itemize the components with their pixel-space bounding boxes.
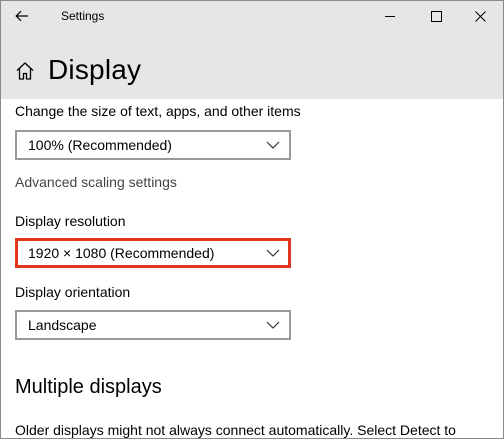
settings-content: Change the size of text, apps, and other…	[1, 99, 503, 438]
minimize-icon	[384, 15, 395, 17]
settings-window: Settings Display Change the size of text…	[0, 0, 504, 439]
multiple-displays-description: Older displays might not always connect …	[15, 422, 456, 438]
close-button[interactable]	[457, 1, 503, 31]
scale-dropdown[interactable]: 100% (Recommended)	[15, 130, 291, 160]
page-title: Display	[48, 54, 142, 85]
orientation-dropdown-value: Landscape	[28, 317, 97, 333]
chevron-down-icon	[266, 141, 280, 149]
chevron-down-icon	[266, 249, 280, 257]
close-icon	[474, 10, 486, 22]
home-icon[interactable]	[15, 61, 35, 81]
maximize-button[interactable]	[413, 1, 459, 31]
chevron-down-icon	[266, 321, 280, 329]
resolution-dropdown-value: 1920 × 1080 (Recommended)	[28, 245, 215, 261]
resolution-label: Display resolution	[15, 213, 126, 229]
scale-dropdown-value: 100% (Recommended)	[28, 137, 172, 153]
scale-label: Change the size of text, apps, and other…	[15, 103, 301, 119]
back-button[interactable]	[7, 1, 37, 31]
maximize-icon	[430, 10, 442, 22]
title-bar: Settings	[1, 1, 503, 31]
orientation-label: Display orientation	[15, 284, 131, 300]
resolution-dropdown[interactable]: 1920 × 1080 (Recommended)	[15, 238, 291, 268]
multiple-displays-heading: Multiple displays	[15, 376, 162, 398]
window-title: Settings	[61, 9, 105, 23]
orientation-dropdown[interactable]: Landscape	[15, 310, 291, 340]
advanced-scaling-link[interactable]: Advanced scaling settings	[15, 174, 177, 190]
minimize-button[interactable]	[367, 1, 413, 31]
page-header: Display	[1, 31, 503, 99]
back-arrow-icon	[15, 10, 28, 22]
